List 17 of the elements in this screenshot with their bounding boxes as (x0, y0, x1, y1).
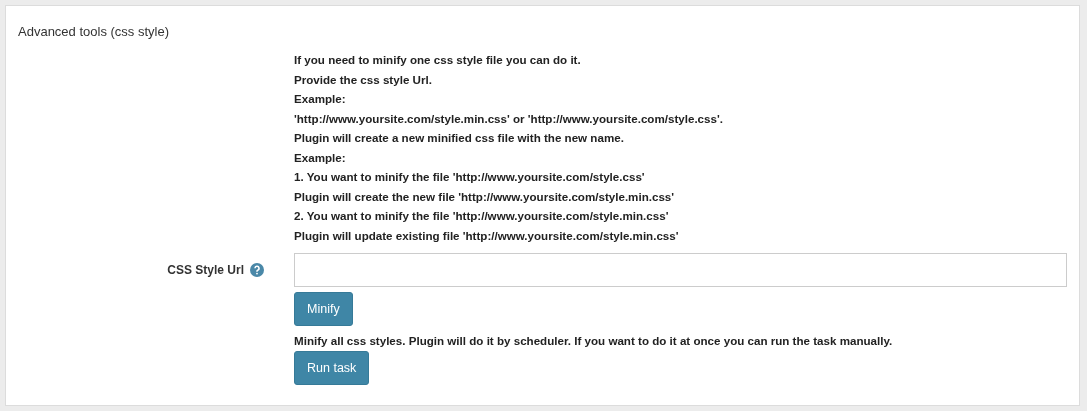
field-label: CSS Style Url (167, 263, 244, 277)
instruction-text: Plugin will update existing file 'http://www.yoursite.com/style.min.css' (294, 227, 680, 244)
instruction-text: 2. You want to minify the file 'http://www.yoursite.com/style.min.css' (294, 208, 670, 224)
instruction-text: Plugin will create the new file 'http://www.yoursite.com/style.min.css' (294, 188, 676, 205)
instruction-text: Example: (294, 91, 347, 107)
instruction-text: 1. You want to minify the file 'http://www.yoursite.com/style.css' (294, 169, 646, 185)
instruction-text: 'http://www.yoursite.com/style.min.css' or 'http://www.yoursite.com/style.css'. (294, 110, 724, 127)
instruction-text: If you need to minify one css style file you can do it. (294, 52, 582, 68)
url-input-field[interactable] (294, 253, 1067, 287)
run-task-button[interactable]: Run task (294, 350, 370, 385)
instruction-text: Plugin will create a new minified css file with the new name. (294, 130, 625, 146)
instruction-text: Provide the css style Url. (294, 71, 433, 88)
task-note-text: Minify all css styles. Plugin will do it by scheduler. If you want to do it at once you can run the task manually. (294, 333, 893, 349)
help-icon[interactable] (250, 263, 264, 277)
panel-title: Advanced tools (css style) (18, 24, 170, 41)
minify-button[interactable]: Minify (294, 292, 353, 326)
instruction-text: Example: (294, 149, 347, 166)
